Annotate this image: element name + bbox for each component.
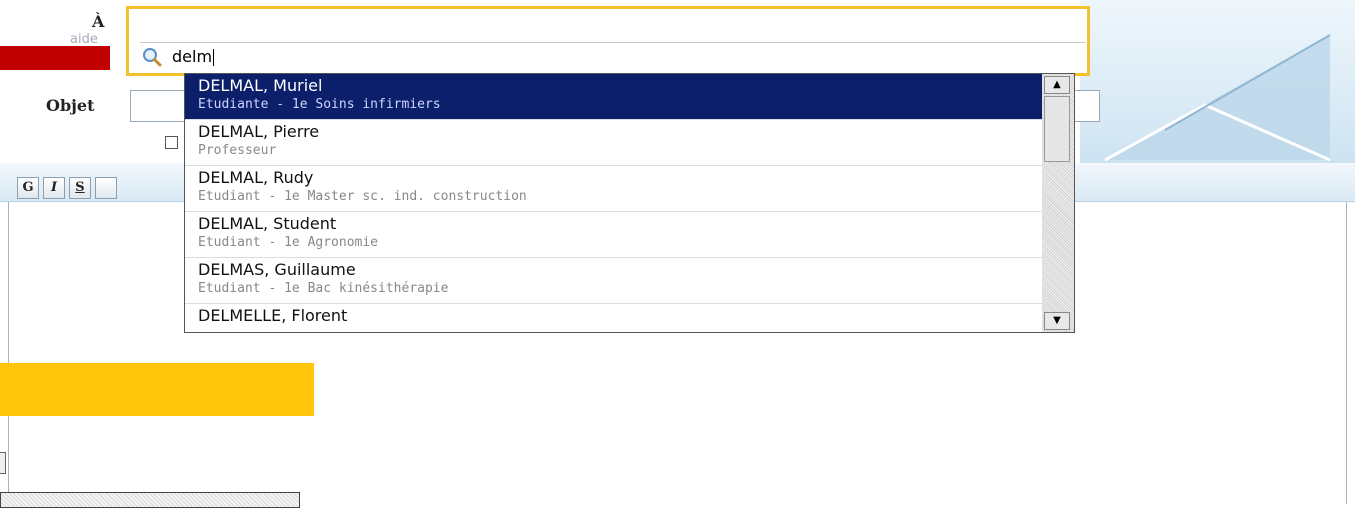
suggestion-role: Etudiant - 1e Master sc. ind. constructi… xyxy=(198,189,527,204)
suggestion-item[interactable]: DELMELLE, Florent xyxy=(185,304,1042,332)
search-icon xyxy=(143,48,162,67)
scroll-down-button[interactable]: ▼ xyxy=(1044,312,1070,330)
recipient-search-input[interactable]: delm xyxy=(172,47,215,66)
bold-button[interactable]: G xyxy=(17,177,39,199)
suggestion-item[interactable]: DELMAL, Rudy Etudiant - 1e Master sc. in… xyxy=(185,166,1042,212)
to-label: À xyxy=(92,12,105,31)
suggestion-item[interactable]: DELMAL, Muriel Etudiante - 1e Soins infi… xyxy=(185,74,1042,120)
suggestion-item[interactable]: DELMAL, Student Etudiant - 1e Agronomie xyxy=(185,212,1042,258)
bottom-scrollbar[interactable] xyxy=(0,492,300,508)
autocomplete-dropdown: DELMAL, Muriel Etudiante - 1e Soins infi… xyxy=(184,73,1075,333)
help-link[interactable]: aide xyxy=(70,32,98,47)
italic-button[interactable]: I xyxy=(43,177,65,199)
highlight-bar xyxy=(0,363,314,416)
format-button[interactable] xyxy=(95,177,117,199)
redaction-bar xyxy=(0,46,110,70)
suggestion-role: Professeur xyxy=(198,143,277,158)
suggestion-item[interactable]: DELMAS, Guillaume Etudiant - 1e Bac kiné… xyxy=(185,258,1042,304)
suggestion-name: DELMAL, Rudy xyxy=(198,168,314,187)
scroll-thumb[interactable] xyxy=(1044,96,1070,162)
suggestion-role: Etudiante - 1e Soins infirmiers xyxy=(198,97,441,112)
recipient-field[interactable] xyxy=(126,6,1090,76)
small-control[interactable] xyxy=(0,452,6,474)
suggestion-name: DELMAS, Guillaume xyxy=(198,260,356,279)
suggestion-item[interactable]: DELMAL, Pierre Professeur xyxy=(185,120,1042,166)
suggestion-role: Etudiant - 1e Agronomie xyxy=(198,235,379,250)
subject-label: Objet xyxy=(46,96,95,115)
dropdown-scrollbar[interactable]: ▲ ▼ xyxy=(1042,74,1074,332)
option-checkbox[interactable] xyxy=(165,136,178,149)
suggestion-name: DELMAL, Pierre xyxy=(198,122,320,141)
scroll-up-button[interactable]: ▲ xyxy=(1044,76,1070,94)
suggestion-role: Etudiant - 1e Bac kinésithérapie xyxy=(198,281,449,296)
envelope-icon xyxy=(1104,34,1331,162)
suggestion-name: DELMAL, Muriel xyxy=(198,76,323,95)
text-caret xyxy=(213,49,215,66)
suggestion-name: DELMAL, Student xyxy=(198,214,337,233)
search-query-text: delm xyxy=(172,47,213,66)
underline-button[interactable]: S xyxy=(69,177,91,199)
suggestion-name: DELMELLE, Florent xyxy=(198,306,348,325)
recipient-divider xyxy=(140,42,1085,43)
